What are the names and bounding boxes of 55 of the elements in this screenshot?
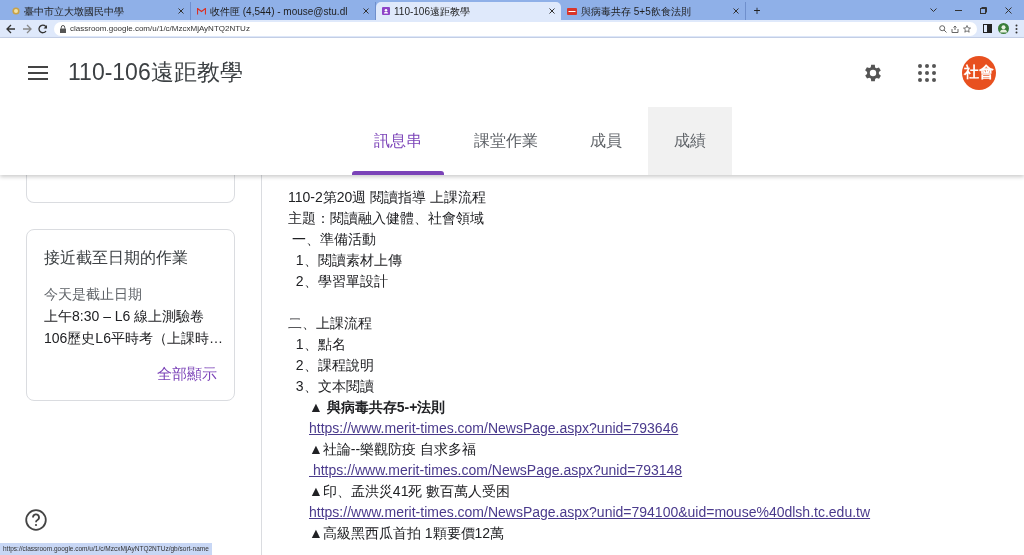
nav-tab[interactable]: 訊息串 [347,107,448,175]
card-title: 接近截至日期的作業 [44,248,189,268]
reload-icon[interactable] [38,23,48,34]
nav-tab[interactable]: 課堂作業 [447,107,564,175]
due-label: 今天是截止日期 [44,285,143,304]
classroom-icon [382,7,390,15]
post-text: ▲印、孟洪災41死 數百萬人受困 [308,482,511,501]
close-icon[interactable] [1005,6,1012,14]
assignment-item[interactable]: 上午8:30 – L6 線上測驗卷 [44,305,217,327]
side-panel-icon[interactable] [983,24,992,33]
zoom-icon[interactable] [939,24,947,33]
address-bar[interactable]: classroom.google.com/u/1/c/MzcxMjAyNTQ2NTUz [54,21,977,36]
post-link[interactable]: https://www.merit-times.com/NewsPage.aspx?unid=793646 [288,418,679,439]
post-text: 一、準備活動 [290,230,376,249]
restore-icon[interactable] [980,6,987,14]
lock-icon [60,24,66,33]
post-text: 2、學習單設計 [294,272,388,291]
post-text: 2、課程說明 [294,356,374,375]
post-text: 二、上課流程 [288,314,372,333]
post-text: 主題：閱讀融入健體、社會領域 [288,209,484,228]
close-icon[interactable] [549,8,555,14]
back-icon[interactable] [6,23,16,34]
post-text: ▲ 與病毒共存5-+法則 [308,398,446,417]
post-text: ▲高級黑西瓜首拍 1顆要價12萬 [308,524,505,543]
post-text: 3、文本閱讀 [294,377,374,396]
star-icon[interactable] [963,24,971,33]
post-link[interactable]: https://www.merit-times.com/NewsPage.aspx?unid=793148 [288,460,683,481]
nav-tab[interactable]: 成員 [563,107,648,175]
minimize-icon[interactable] [955,9,962,11]
menu-icon[interactable] [28,65,48,80]
post-text: 1、閱讀素材上傳 [294,251,402,270]
nav-tab[interactable]: 成績 [647,107,732,175]
close-icon[interactable] [733,8,739,14]
post-text: 1、點名 [294,335,346,354]
help-icon[interactable] [25,509,47,531]
share-icon[interactable] [951,24,959,33]
url-text: classroom.google.com/u/1/c/MzcxMjAyNTQ2NTUz [70,22,250,35]
browser-tab[interactable]: 110-106遠距教學 [376,2,561,20]
post-link[interactable]: https://www.merit-times.com/NewsPage.aspx?unid=794100&uid=mouse%40dlsh.tc.edu.tw [288,502,871,523]
forward-icon[interactable] [22,23,32,34]
chevron-down-icon[interactable] [930,7,937,13]
post-text: 110-2第20週 閱讀指導 上課流程 [288,188,487,207]
new-tab-button[interactable]: + [750,4,764,18]
view-all-link[interactable]: 全部顯示 [157,363,217,386]
account-avatar[interactable]: 社會 [962,55,996,90]
more-icon[interactable] [1015,23,1018,34]
mail-icon [197,7,206,15]
apps-grid-icon[interactable] [918,63,936,82]
close-icon[interactable] [363,8,369,14]
class-title: 110-106遠距教學 [68,58,243,88]
profile-avatar-icon[interactable] [998,23,1009,34]
news-icon [567,7,577,15]
seal-icon [12,7,20,15]
post-text: ▲社論--樂觀防疫 自求多福 [308,440,477,459]
close-icon[interactable] [178,8,184,14]
